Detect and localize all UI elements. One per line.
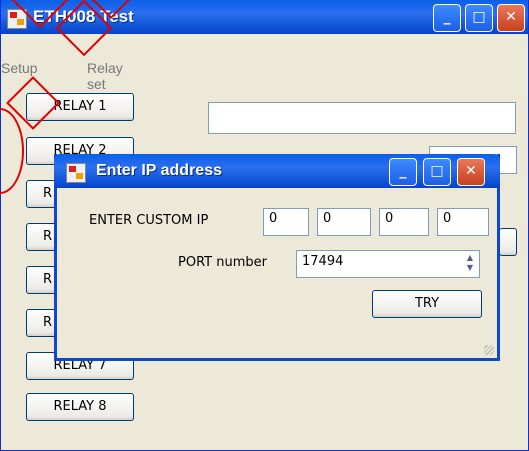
partial-button[interactable]	[499, 228, 517, 256]
port-spinner[interactable]: ▲ ▼	[463, 253, 477, 273]
spinner-down-icon[interactable]: ▼	[463, 263, 477, 273]
spinner-up-icon[interactable]: ▲	[463, 253, 477, 263]
dialog-icon	[66, 163, 86, 183]
port-value: 17494	[302, 254, 344, 269]
relay-8-button[interactable]: RELAY 8	[26, 393, 134, 421]
ip-octet-4[interactable]: 0	[437, 208, 489, 236]
dialog-maximize-button[interactable]: □	[423, 158, 451, 186]
resize-grip[interactable]	[484, 345, 494, 355]
minimize-button[interactable]: _	[433, 4, 461, 32]
dialog-close-button[interactable]: ✕	[457, 158, 485, 186]
custom-ip-label: ENTER CUSTOM IP	[89, 213, 209, 228]
status-textbox[interactable]	[208, 102, 516, 134]
try-button[interactable]: TRY	[372, 290, 482, 318]
ip-octet-2[interactable]: 0	[317, 208, 371, 236]
port-label: PORT number	[178, 255, 267, 270]
dialog-title-bar[interactable]: Enter IP address _ □ ✕	[54, 154, 500, 188]
port-field[interactable]: 17494 ▲ ▼	[296, 250, 480, 278]
ip-octet-1[interactable]: 0	[263, 208, 309, 236]
menu-setup[interactable]: Setup	[1, 60, 38, 76]
menu-relay-set[interactable]: Relay set	[87, 60, 123, 92]
ip-dialog: Enter IP address _ □ ✕ ENTER CUSTOM IP 0…	[54, 154, 500, 361]
maximize-button[interactable]: □	[465, 4, 493, 32]
dialog-minimize-button[interactable]: _	[389, 158, 417, 186]
ip-octet-3[interactable]: 0	[379, 208, 429, 236]
dialog-title: Enter IP address	[96, 162, 222, 179]
close-button[interactable]: ✕	[497, 4, 525, 32]
